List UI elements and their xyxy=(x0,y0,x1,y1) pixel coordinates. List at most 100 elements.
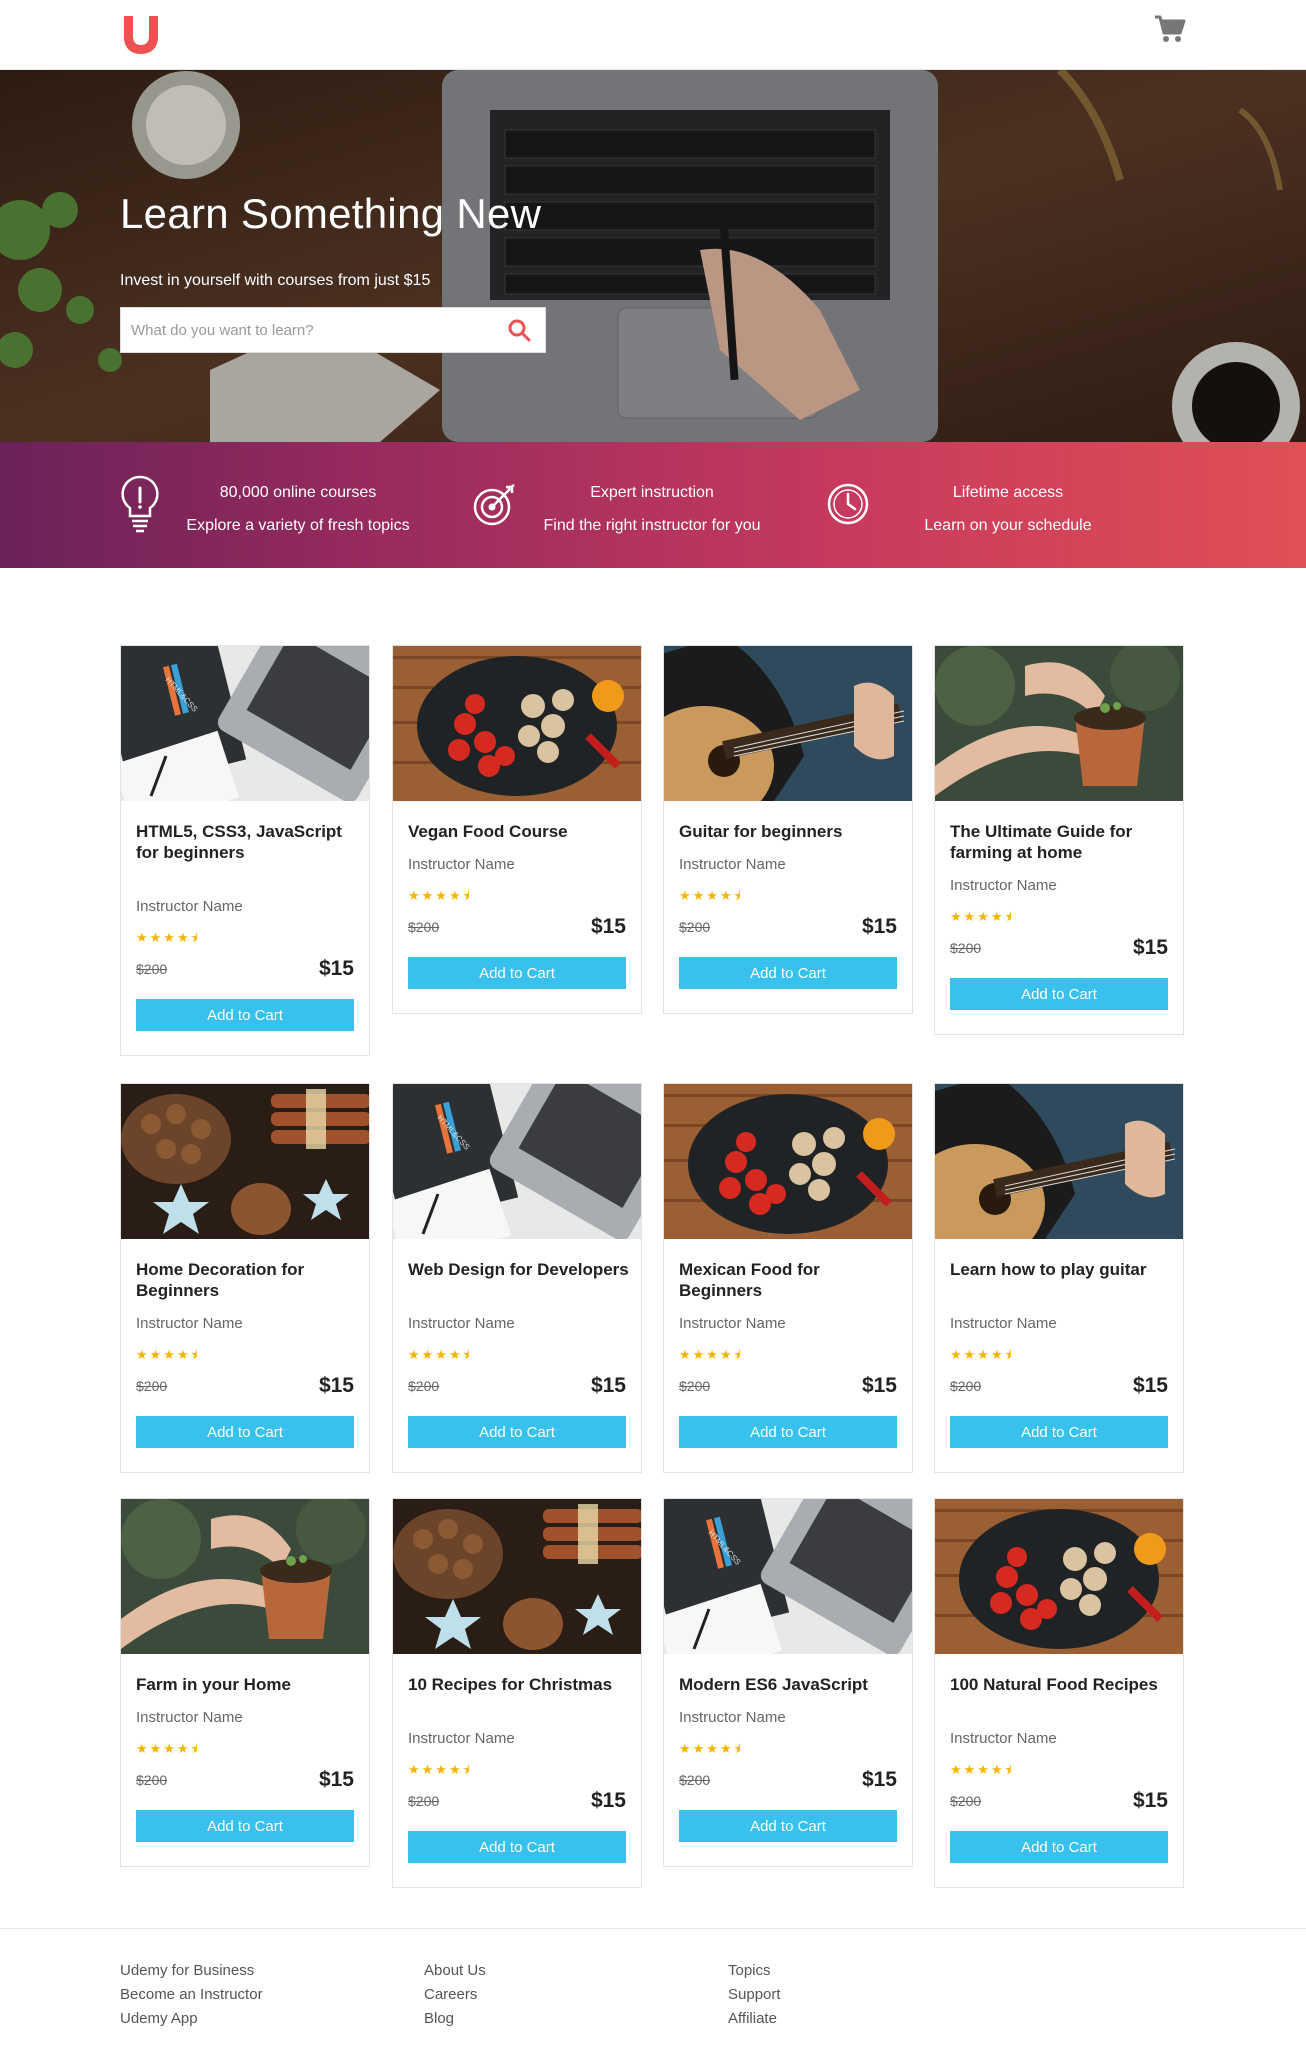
course-thumbnail[interactable]: HTML&CSS xyxy=(664,1499,912,1654)
course-thumbnail[interactable] xyxy=(935,1084,1183,1239)
course-thumbnail[interactable] xyxy=(121,1084,369,1239)
lightbulb-icon xyxy=(121,475,159,533)
feature-courses-title: 80,000 online courses xyxy=(219,484,377,501)
footer-link-udemy-for-business[interactable]: Udemy for Business xyxy=(120,1959,263,1983)
add-to-cart-button[interactable]: Add to Cart xyxy=(136,1810,354,1842)
add-to-cart-button[interactable]: Add to Cart xyxy=(950,1416,1168,1448)
course-card[interactable]: 10 Recipes for Christmas Instructor Name ★… xyxy=(392,1498,642,1888)
search-input[interactable] xyxy=(121,308,491,352)
course-title[interactable]: Farm in your Home xyxy=(136,1674,358,1695)
footer-link-blog[interactable]: Blog xyxy=(424,2007,486,2031)
hero-title: Learn Something New xyxy=(120,190,542,237)
course-rating-stars: ★★★★⯨ xyxy=(950,1762,1014,1777)
top-navbar xyxy=(0,0,1306,70)
footer-link-udemy-app[interactable]: Udemy App xyxy=(120,2007,263,2031)
course-instructor: Instructor Name xyxy=(950,877,1057,894)
add-to-cart-button[interactable]: Add to Cart xyxy=(408,1416,626,1448)
course-instructor: Instructor Name xyxy=(679,1315,786,1332)
course-thumbnail[interactable] xyxy=(935,1499,1183,1654)
course-thumbnail[interactable] xyxy=(393,1499,641,1654)
add-to-cart-button[interactable]: Add to Cart xyxy=(408,957,626,989)
footer-link-topics[interactable]: Topics xyxy=(728,1959,781,1983)
course-old-price: $200 xyxy=(679,1378,711,1394)
course-card[interactable]: HTML&CSS Web Design for Developers Instruc… xyxy=(392,1083,642,1473)
add-to-cart-button[interactable]: Add to Cart xyxy=(136,999,354,1031)
footer-link-support[interactable]: Support xyxy=(728,1983,781,2007)
course-card[interactable]: Home Decoration for Beginners Instructor … xyxy=(120,1083,370,1473)
course-price: $15 xyxy=(318,1374,354,1397)
course-price: $15 xyxy=(861,1768,897,1791)
course-instructor: Instructor Name xyxy=(408,1315,515,1332)
course-title[interactable]: Vegan Food Course xyxy=(408,821,630,842)
course-title[interactable]: Home Decoration for Beginners xyxy=(136,1259,358,1301)
course-card[interactable]: 100 Natural Food Recipes Instructor Name ★… xyxy=(934,1498,1184,1888)
footer-link-about-us[interactable]: About Us xyxy=(424,1959,486,1983)
course-rating-stars: ★★★★⯨ xyxy=(679,1347,743,1362)
course-old-price: $200 xyxy=(679,919,711,935)
add-to-cart-button[interactable]: Add to Cart xyxy=(679,957,897,989)
course-rating-stars: ★★★★⯨ xyxy=(950,1347,1014,1362)
course-price: $15 xyxy=(1132,936,1168,959)
footer-column-support: Topics Support Affiliate xyxy=(728,1959,781,2031)
footer-link-become-instructor[interactable]: Become an Instructor xyxy=(120,1983,263,2007)
course-price: $15 xyxy=(590,1789,626,1812)
course-title[interactable]: The Ultimate Guide for farming at home xyxy=(950,821,1172,863)
add-to-cart-button[interactable]: Add to Cart xyxy=(408,1831,626,1863)
course-thumbnail[interactable]: HTML&CSS xyxy=(121,646,369,801)
course-old-price: $200 xyxy=(136,961,168,977)
clock-icon xyxy=(827,483,869,525)
course-card[interactable]: HTML&CSS Modern ES6 JavaScript Instructor … xyxy=(663,1498,913,1867)
add-to-cart-button[interactable]: Add to Cart xyxy=(136,1416,354,1448)
search-icon[interactable] xyxy=(507,318,531,342)
course-thumbnail[interactable]: HTML&CSS xyxy=(393,1084,641,1239)
course-instructor: Instructor Name xyxy=(679,1709,786,1726)
course-title[interactable]: Learn how to play guitar xyxy=(950,1259,1172,1280)
course-old-price: $200 xyxy=(408,1793,440,1809)
course-instructor: Instructor Name xyxy=(136,1315,243,1332)
course-thumbnail[interactable] xyxy=(935,646,1183,801)
course-thumbnail[interactable] xyxy=(664,646,912,801)
course-price: $15 xyxy=(590,1374,626,1397)
course-rating-stars: ★★★★⯨ xyxy=(136,1741,200,1756)
features-strip: 80,000 online courses Explore a variety … xyxy=(0,442,1306,568)
course-rating-stars: ★★★★⯨ xyxy=(136,1347,200,1362)
course-title[interactable]: 10 Recipes for Christmas xyxy=(408,1674,630,1695)
feature-access-desc: Learn on your schedule xyxy=(924,517,1092,534)
course-price: $15 xyxy=(318,1768,354,1791)
footer-link-careers[interactable]: Careers xyxy=(424,1983,486,2007)
course-card[interactable]: Vegan Food Course Instructor Name ★★★★⯨ $20… xyxy=(392,645,642,1014)
course-title[interactable]: Web Design for Developers xyxy=(408,1259,630,1280)
add-to-cart-button[interactable]: Add to Cart xyxy=(950,978,1168,1010)
add-to-cart-button[interactable]: Add to Cart xyxy=(679,1810,897,1842)
course-old-price: $200 xyxy=(950,1378,982,1394)
course-card[interactable]: Mexican Food for Beginners Instructor Nam… xyxy=(663,1083,913,1473)
hero-banner: Learn Something New Invest in yourself w… xyxy=(0,70,1306,442)
course-title[interactable]: Modern ES6 JavaScript xyxy=(679,1674,901,1695)
course-thumbnail[interactable] xyxy=(664,1084,912,1239)
add-to-cart-button[interactable]: Add to Cart xyxy=(679,1416,897,1448)
course-thumbnail[interactable] xyxy=(393,646,641,801)
footer-link-affiliate[interactable]: Affiliate xyxy=(728,2007,781,2031)
course-card[interactable]: Farm in your Home Instructor Name ★★★★⯨ $20… xyxy=(120,1498,370,1867)
course-card[interactable]: Learn how to play guitar Instructor Name ★… xyxy=(934,1083,1184,1473)
course-rating-stars: ★★★★⯨ xyxy=(679,1741,743,1756)
add-to-cart-button[interactable]: Add to Cart xyxy=(950,1831,1168,1863)
target-icon xyxy=(473,483,515,526)
course-title[interactable]: 100 Natural Food Recipes xyxy=(950,1674,1172,1695)
course-instructor: Instructor Name xyxy=(950,1315,1057,1332)
footer-column-business: Udemy for Business Become an Instructor … xyxy=(120,1959,263,2031)
course-title[interactable]: Mexican Food for Beginners xyxy=(679,1259,901,1301)
course-rating-stars: ★★★★⯨ xyxy=(679,888,743,903)
course-card[interactable]: HTML&CSS HTML5, CSS3, JavaScript for begi… xyxy=(120,645,370,1056)
hero-background-image xyxy=(0,70,1306,442)
course-price: $15 xyxy=(1132,1374,1168,1397)
course-card[interactable]: The Ultimate Guide for farming at home In… xyxy=(934,645,1184,1035)
course-title[interactable]: HTML5, CSS3, JavaScript for beginners xyxy=(136,821,358,863)
course-rating-stars: ★★★★⯨ xyxy=(950,909,1014,924)
course-card[interactable]: Guitar for beginners Instructor Name ★★★★⯨… xyxy=(663,645,913,1014)
course-title[interactable]: Guitar for beginners xyxy=(679,821,901,842)
course-instructor: Instructor Name xyxy=(136,898,243,915)
udemy-logo[interactable] xyxy=(120,12,162,56)
cart-icon[interactable] xyxy=(1154,14,1186,44)
course-thumbnail[interactable] xyxy=(121,1499,369,1654)
